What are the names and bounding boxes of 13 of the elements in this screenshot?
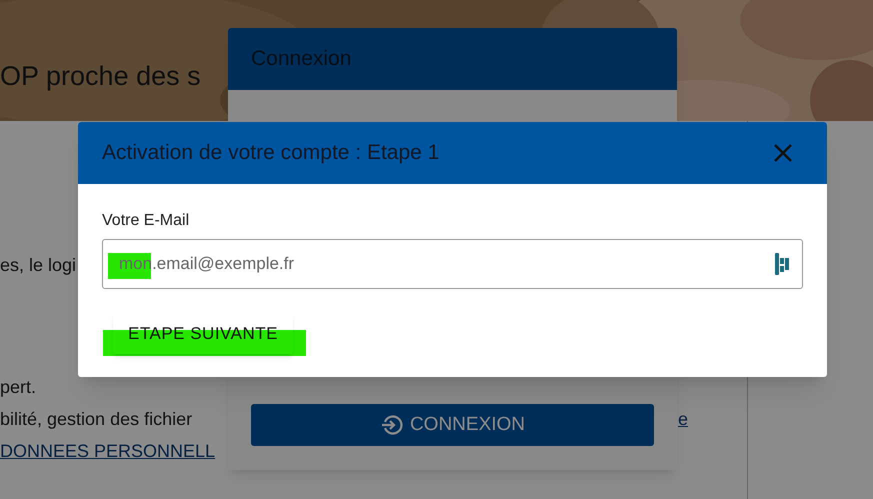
login-icon	[380, 413, 404, 437]
text-link[interactable]: e	[678, 406, 688, 433]
tagline: OP proche des s	[0, 60, 201, 93]
dialog-title: Activation de votre compte : Etape 1	[102, 140, 440, 166]
field-label: Votre E-Mail	[102, 211, 190, 231]
password-manager-icon[interactable]	[775, 253, 789, 275]
dialog-title: Connexion	[251, 46, 352, 72]
body-text: bilité, gestion des fichier	[0, 408, 192, 431]
close-icon[interactable]	[773, 143, 793, 163]
body-text: pert.	[0, 376, 36, 399]
login-button[interactable]: CONNEXION	[251, 404, 654, 446]
privacy-link[interactable]: DONNEES PERSONNELL	[0, 438, 216, 465]
body-text: es, le logi	[0, 254, 76, 277]
